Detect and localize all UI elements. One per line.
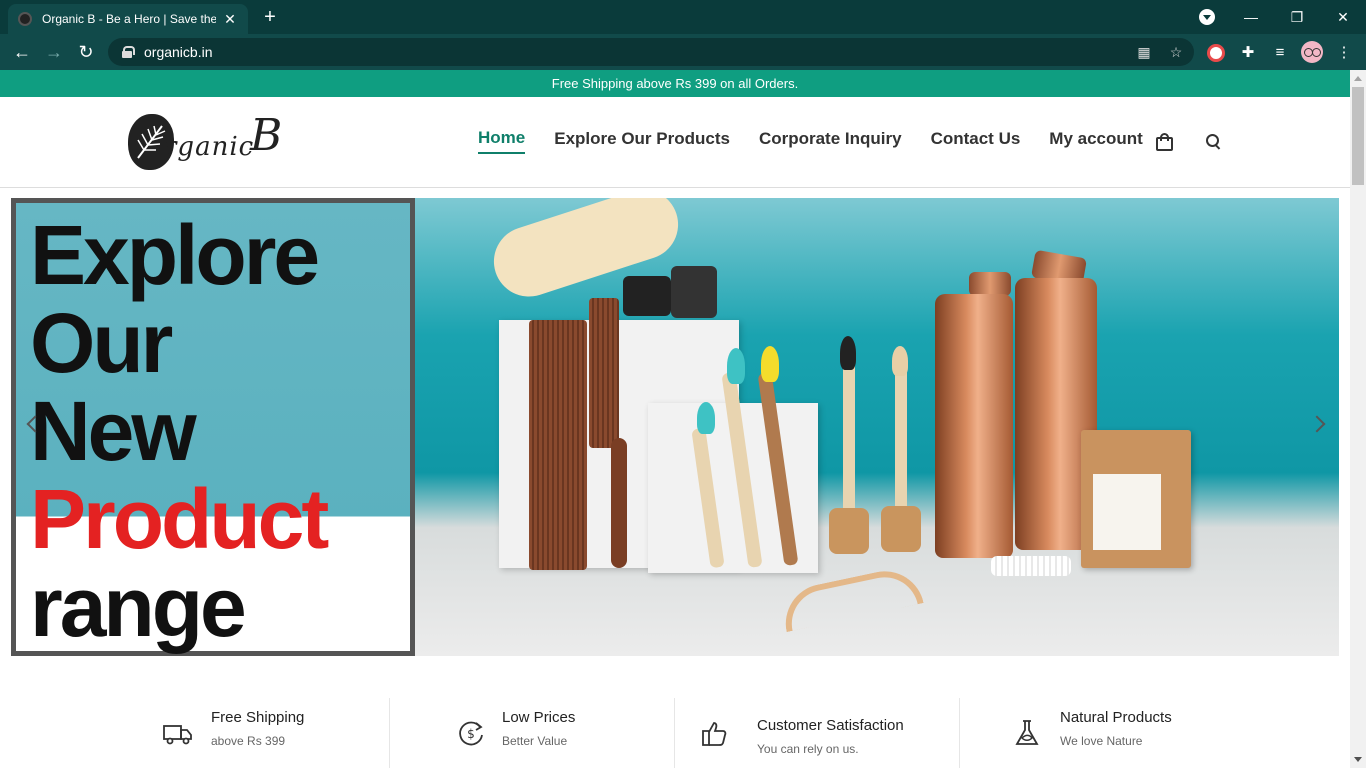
nav-explore-products[interactable]: Explore Our Products	[554, 129, 730, 153]
scrollbar-thumb[interactable]	[1352, 87, 1364, 185]
hero-banner[interactable]: Explore Our New Product range	[11, 198, 1339, 656]
nav-contact-us[interactable]: Contact Us	[931, 129, 1021, 153]
hero-line-4: Product	[30, 472, 329, 566]
svg-text:$: $	[467, 727, 475, 741]
minimize-button[interactable]: —	[1228, 0, 1274, 34]
extensions-puzzle-icon[interactable]: ✚	[1237, 42, 1259, 64]
tab-close-icon[interactable]: ✕	[222, 11, 238, 28]
feature-divider	[389, 698, 390, 768]
extension-red-icon[interactable]	[1207, 44, 1225, 62]
feature-customer-satisfaction: Customer Satisfaction You can rely on us…	[700, 698, 940, 768]
qr-code-icon[interactable]: ▦	[1134, 42, 1154, 62]
hero-headline: Explore Our New Product range	[30, 208, 329, 654]
wooden-comb-image	[529, 320, 587, 570]
feature-subtitle: Better Value	[502, 734, 568, 748]
search-icon[interactable]	[1206, 134, 1221, 149]
toothbrush-bristle-5	[892, 346, 908, 376]
jar-image	[623, 276, 671, 316]
profile-avatar[interactable]	[1301, 41, 1323, 63]
thumbs-up-icon	[702, 722, 727, 746]
site-logo[interactable]: rganic B	[128, 110, 303, 174]
nav-home[interactable]: Home	[478, 128, 526, 154]
reload-button[interactable]: ↻	[74, 40, 98, 64]
dollar-cycle-icon: $	[459, 721, 483, 746]
site-header: rganic B Home Explore Our Products Corpo…	[0, 97, 1350, 188]
features-strip: Free Shipping above Rs 399 $ Low Prices …	[0, 698, 1350, 768]
feature-low-prices: $ Low Prices Better Value	[456, 698, 656, 768]
feature-divider	[674, 698, 675, 768]
toothbrush-image-4	[843, 360, 855, 520]
toothbrush-stand-2	[881, 506, 921, 552]
hero-line-3: New	[30, 384, 197, 478]
toothbrush-bristle-4	[840, 336, 856, 370]
feature-subtitle: We love Nature	[1060, 734, 1143, 748]
media-playlist-icon[interactable]: ≡	[1269, 42, 1291, 64]
toothbrush-bristle-3	[761, 346, 779, 382]
jar-image-2	[671, 266, 717, 318]
feature-title: Free Shipping	[211, 709, 305, 726]
carousel-next-icon[interactable]	[1308, 415, 1326, 433]
bookmark-star-icon[interactable]: ☆	[1166, 42, 1186, 62]
back-button[interactable]: ←	[10, 40, 34, 64]
hero-line-2: Our	[30, 296, 173, 390]
copper-bottle-cap-1	[969, 272, 1011, 296]
scroll-down-icon[interactable]	[1354, 757, 1362, 762]
close-window-button[interactable]: ✕	[1320, 0, 1366, 34]
feature-title: Natural Products	[1060, 709, 1172, 726]
scroll-up-icon[interactable]	[1354, 76, 1362, 81]
favicon-icon	[18, 12, 32, 26]
hero-line-1: Explore	[30, 208, 320, 302]
restore-button[interactable]: ❐	[1274, 0, 1320, 34]
address-bar[interactable]: organicb.in ▦ ☆	[108, 38, 1194, 66]
hero-text-panel: Explore Our New Product range	[11, 198, 415, 656]
browser-toolbar: ← → ↻ organicb.in ▦ ☆	[0, 34, 1366, 70]
feature-free-shipping: Free Shipping above Rs 399	[163, 698, 363, 768]
web-page: Free Shipping above Rs 399 on all Orders…	[0, 70, 1350, 768]
promo-bar: Free Shipping above Rs 399 on all Orders…	[0, 70, 1350, 97]
main-nav: Home Explore Our Products Corporate Inqu…	[478, 128, 1172, 154]
logo-letter-b: B	[250, 110, 283, 161]
browser-menu-icon[interactable]: ⋮	[1333, 42, 1355, 64]
feature-subtitle: above Rs 399	[211, 734, 286, 748]
toothbrush-image-5	[895, 366, 907, 520]
hero-line-5: range	[30, 560, 247, 654]
feature-natural-products: Natural Products We love Nature	[1012, 698, 1232, 768]
bamboo-buds-label	[1093, 474, 1161, 550]
toothbrush-bristle-1	[697, 402, 715, 434]
cart-icon[interactable]	[1156, 133, 1173, 151]
forward-button[interactable]: →	[42, 40, 66, 64]
tab-title: Organic B - Be a Hero | Save the	[42, 12, 216, 26]
feature-subtitle: You can rely on us.	[757, 742, 859, 756]
flask-leaf-icon	[1015, 720, 1039, 745]
tail-comb-image	[589, 298, 619, 448]
tail-comb-handle	[611, 438, 627, 568]
toothbrush-bristle-2	[727, 348, 745, 384]
browser-tab[interactable]: Organic B - Be a Hero | Save the ✕	[8, 4, 248, 34]
page-scrollbar[interactable]	[1350, 70, 1366, 768]
copper-bottle-image-1	[935, 294, 1013, 558]
feature-divider	[959, 698, 960, 768]
feature-title: Low Prices	[502, 709, 576, 726]
nav-my-account[interactable]: My account	[1049, 129, 1143, 153]
tongue-cleaner-image	[778, 563, 924, 633]
new-tab-button[interactable]: +	[258, 6, 282, 28]
tab-search-icon[interactable]	[1199, 9, 1215, 25]
toothbrush-stand-1	[829, 508, 869, 554]
cotton-buds-image	[991, 556, 1071, 576]
truck-icon	[163, 725, 192, 745]
feature-title: Customer Satisfaction	[757, 717, 904, 734]
lock-icon[interactable]	[122, 46, 135, 58]
nav-corporate-inquiry[interactable]: Corporate Inquiry	[759, 129, 902, 153]
url-text: organicb.in	[144, 44, 213, 60]
browser-tabbar: Organic B - Be a Hero | Save the ✕ + — ❐…	[0, 0, 1366, 34]
logo-wordmark: rganic	[164, 132, 255, 162]
